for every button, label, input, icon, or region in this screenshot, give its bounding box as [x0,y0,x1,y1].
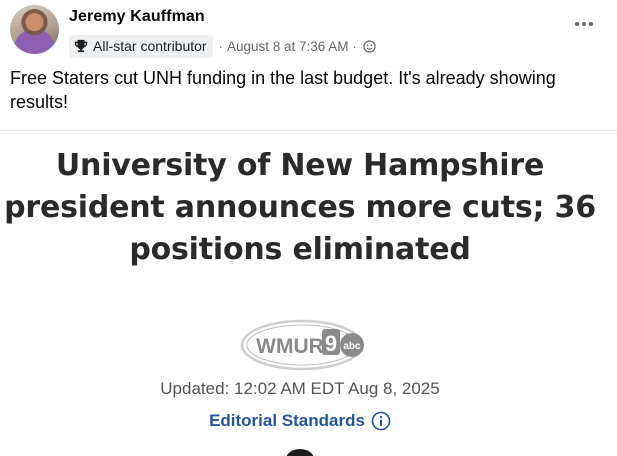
post-header: Jeremy Kauffman All-star contributor · A… [10,4,617,60]
trophy-icon [74,39,88,53]
meta-separator: · [352,38,357,54]
meta-separator: · [218,38,223,54]
article-updated-time: Updated: 12:02 AM EDT Aug 8, 2025 [160,379,440,398]
globe-icon[interactable] [363,39,376,53]
author-name[interactable]: Jeremy Kauffman [69,8,205,26]
wmur-abc-logo: WMUR 9 abc [240,319,370,371]
logo-wordmark: WMUR [256,335,324,358]
editorial-standards-label[interactable]: Editorial Standards [209,411,365,431]
post-body-text: Free Staters cut UNH funding in the last… [10,68,556,112]
more-options-icon[interactable] [575,22,593,26]
author-avatar[interactable] [10,5,59,54]
post-meta: All-star contributor · August 8 at 7:36 … [69,34,376,58]
contributor-badge[interactable]: All-star contributor [69,34,213,58]
info-icon[interactable] [371,411,391,431]
article-photo-edge [286,449,314,456]
editorial-standards-link[interactable]: Editorial Standards [0,411,600,431]
facebook-post: Jeremy Kauffman All-star contributor · A… [0,0,617,456]
badge-label: All-star contributor [93,38,207,54]
logo-network: abc [343,341,361,352]
post-timestamp[interactable]: August 8 at 7:36 AM [227,39,349,54]
logo-channel-number: 9 [325,331,337,356]
article-headline: University of New Hampshire president an… [4,148,596,267]
article-image[interactable]: University of New Hampshire president an… [0,131,617,456]
